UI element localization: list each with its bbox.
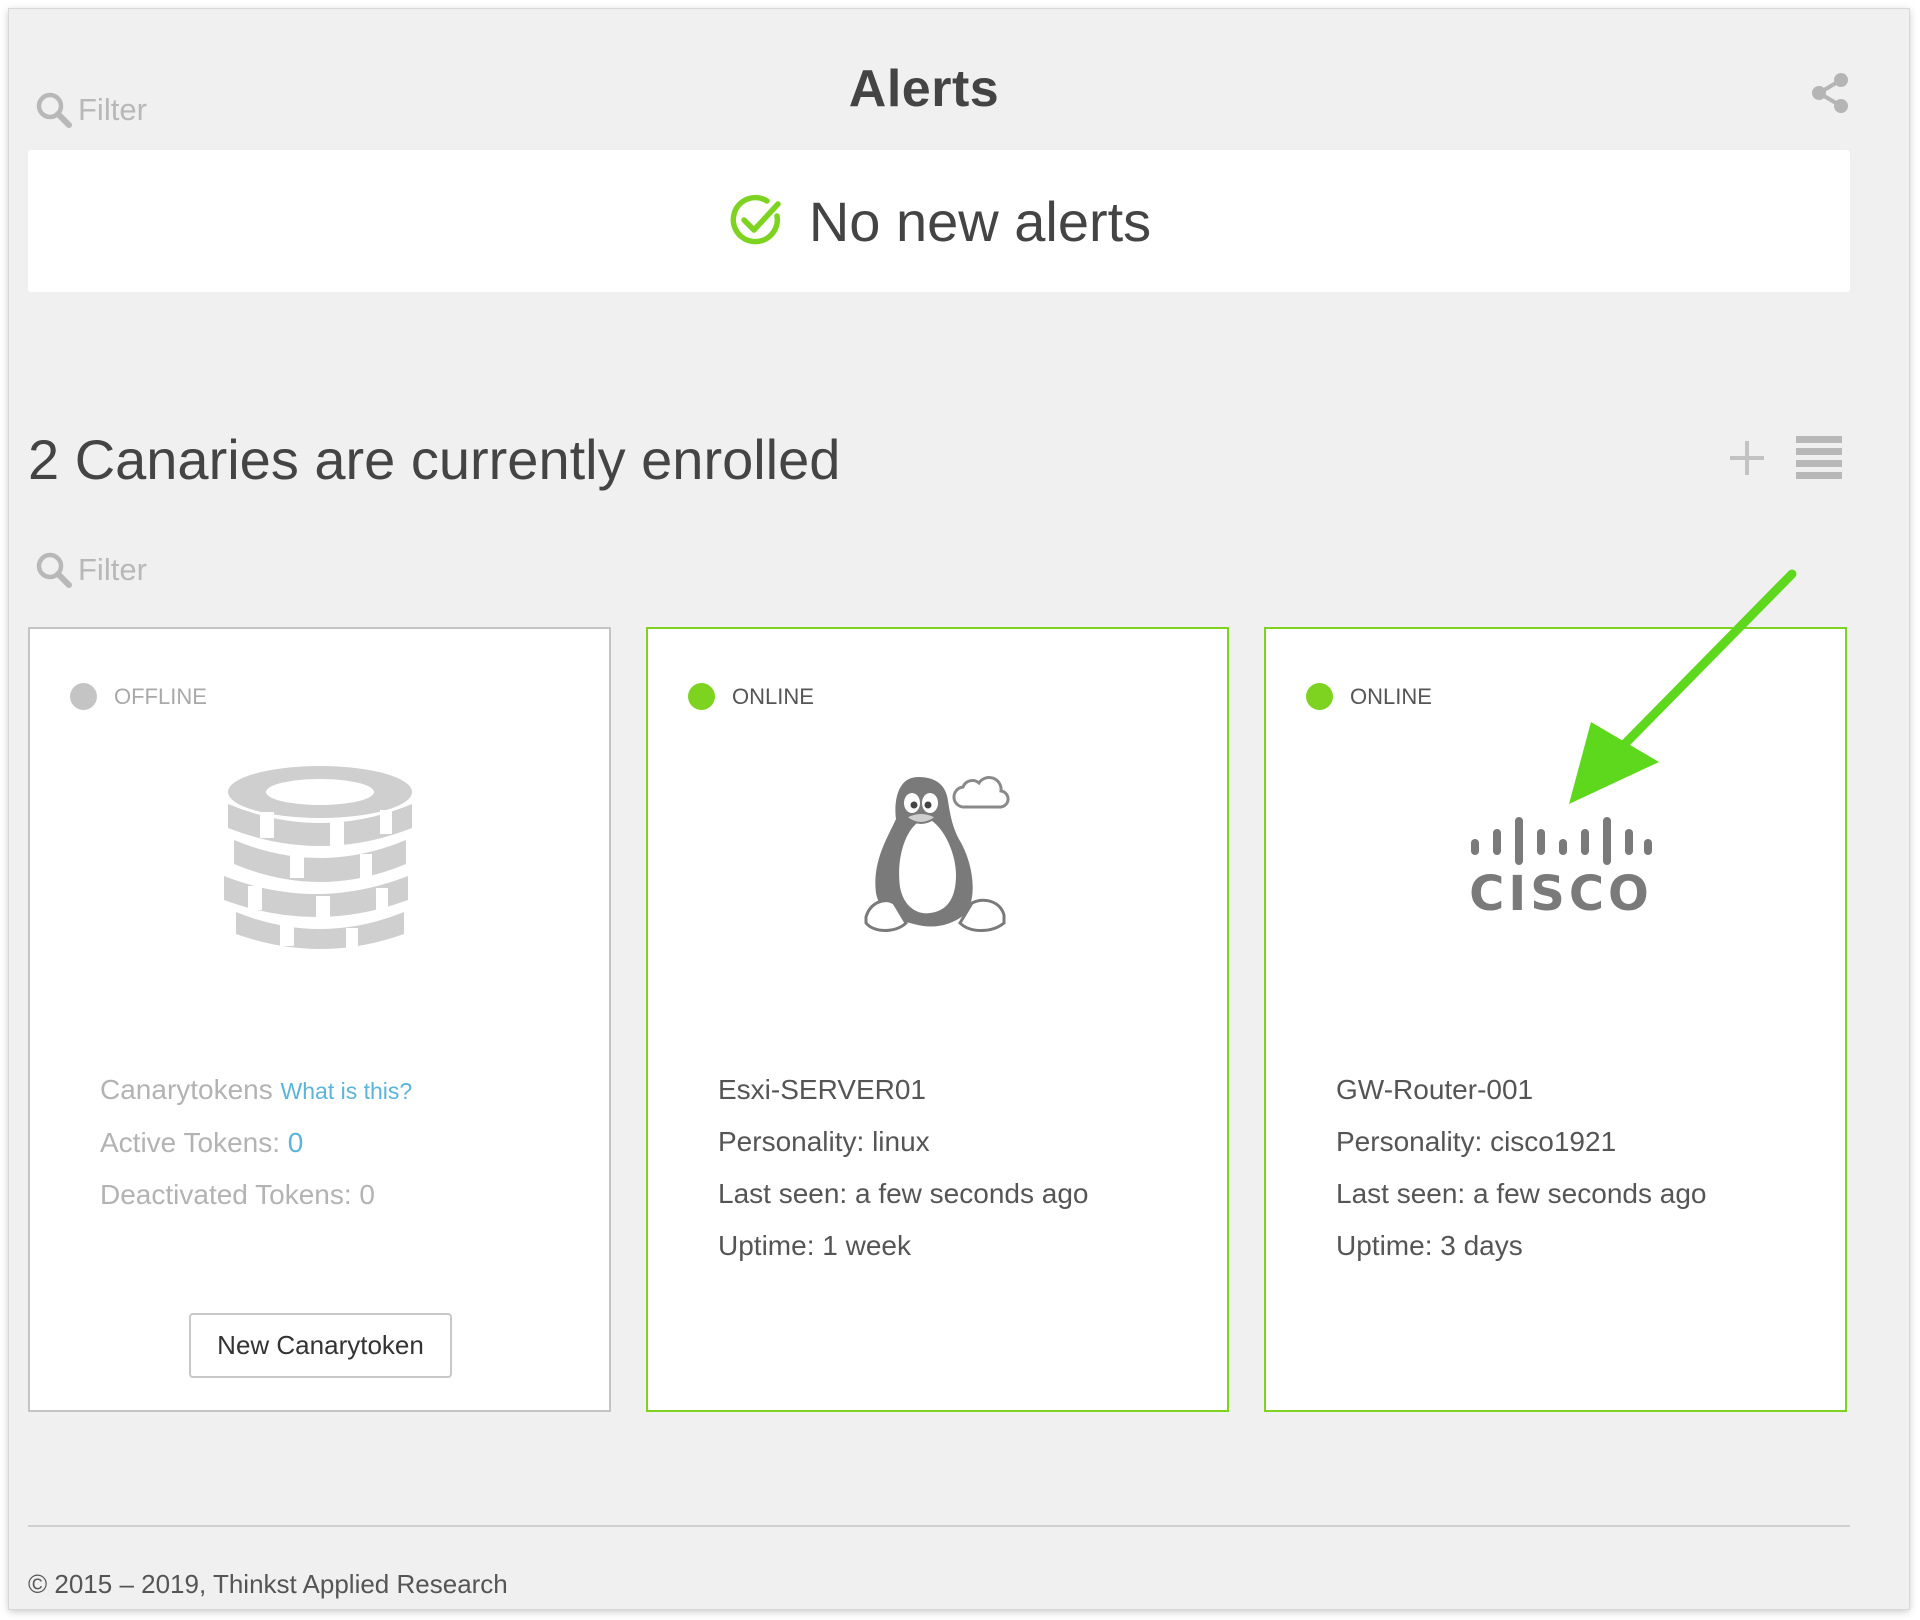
footer-copyright: © 2015 – 2019, Thinkst Applied Research xyxy=(28,1569,508,1599)
check-circle-icon xyxy=(730,194,781,245)
tokens-title-row: Canarytokens What is this? xyxy=(100,1064,412,1117)
token-stack-icon xyxy=(224,766,412,952)
list-view-icon[interactable] xyxy=(1796,436,1842,480)
tokens-title: Canarytokens xyxy=(100,1074,273,1105)
share-icon[interactable] xyxy=(1809,71,1853,115)
device-name: Esxi-SERVER01 xyxy=(718,1074,927,1105)
app-window: Alerts No new alerts 2 Canaries are curr… xyxy=(9,9,1909,1609)
device-personality: Personality: cisco1921 xyxy=(1336,1126,1617,1157)
active-tokens-row: Active Tokens: 0 xyxy=(100,1117,412,1169)
status-indicator: ONLINE xyxy=(1306,683,1432,710)
deactivated-tokens: Deactivated Tokens: 0 xyxy=(100,1179,375,1210)
device-personality: Personality: linux xyxy=(718,1126,930,1157)
device-info: GW-Router-001 Personality: cisco1921 Las… xyxy=(1336,1064,1706,1272)
page-title: Alerts xyxy=(848,60,1000,118)
device-last-seen: Last seen: a few seconds ago xyxy=(1336,1178,1707,1209)
new-canarytoken-button[interactable]: New Canarytoken xyxy=(189,1313,452,1378)
status-indicator: ONLINE xyxy=(688,683,814,710)
device-name: GW-Router-001 xyxy=(1336,1074,1534,1105)
devices-filter[interactable] xyxy=(34,550,338,590)
alerts-panel: No new alerts xyxy=(28,150,1850,292)
status-indicator: OFFLINE xyxy=(70,683,207,710)
offline-dot xyxy=(70,683,97,710)
plus-icon[interactable] xyxy=(1727,438,1767,478)
what-is-this-link[interactable]: What is this? xyxy=(281,1078,413,1104)
search-icon xyxy=(36,552,72,588)
status-label: ONLINE xyxy=(1350,683,1432,709)
active-tokens-count[interactable]: 0 xyxy=(288,1127,304,1158)
tokens-info: Canarytokens What is this? Active Tokens… xyxy=(100,1064,412,1221)
device-last-seen: Last seen: a few seconds ago xyxy=(718,1178,1089,1209)
device-uptime: Uptime: 3 days xyxy=(1336,1230,1523,1261)
device-card-esxi-server01[interactable]: ONLINE Esxi-SERVER01 Personality: linux … xyxy=(646,627,1229,1412)
online-dot xyxy=(688,683,715,710)
status-label: ONLINE xyxy=(732,683,814,709)
device-uptime: Uptime: 1 week xyxy=(718,1230,911,1261)
online-dot xyxy=(1306,683,1333,710)
linux-penguin-icon xyxy=(864,776,1010,932)
status-label: OFFLINE xyxy=(114,683,207,709)
devices-heading: 2 Canaries are currently enrolled xyxy=(28,428,841,491)
device-info: Esxi-SERVER01 Personality: linux Last se… xyxy=(718,1064,1088,1272)
cisco-logo-icon: CISCO xyxy=(1466,815,1656,922)
active-tokens-label: Active Tokens: xyxy=(100,1127,288,1158)
alerts-status-text: No new alerts xyxy=(808,189,1152,253)
footer-divider xyxy=(28,1525,1850,1527)
devices-filter-input[interactable] xyxy=(78,552,338,588)
cisco-wordmark: CISCO xyxy=(1469,866,1653,922)
canarytokens-card[interactable]: OFFLINE Canarytokens What is this? Activ… xyxy=(28,627,611,1412)
annotation-arrow-icon xyxy=(1569,569,1797,804)
